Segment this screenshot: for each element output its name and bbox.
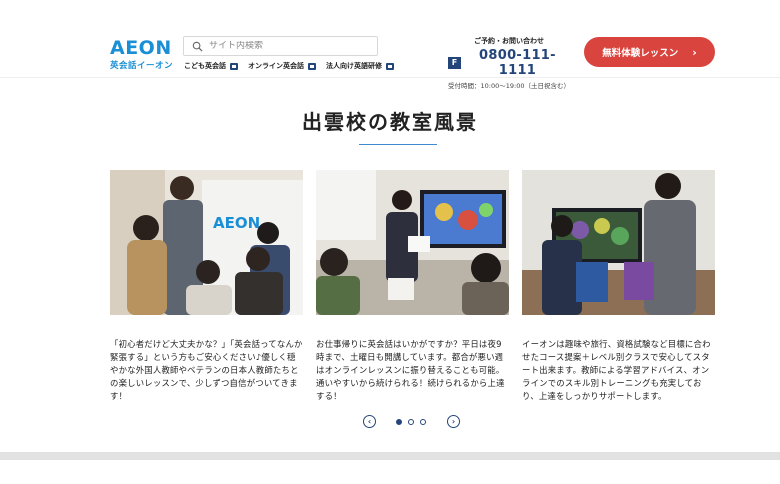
external-link-icon — [386, 62, 394, 70]
carousel-prev-button[interactable]: ‹ — [363, 415, 376, 428]
classroom-card: イーオンは趣味や旅行、資格試験など目標に合わせたコース提案＋レベル別クラスで安心… — [522, 170, 715, 403]
logo-subtitle: 英会話イーオン — [110, 61, 174, 71]
search-icon — [192, 41, 203, 52]
aeon-logo[interactable]: AEON 英会話イーオン — [110, 38, 174, 72]
external-link-icon — [230, 62, 238, 70]
site-header: AEON 英会話イーオン こども英会話 オンライン英会話 法人向け英語研修 ご予… — [0, 0, 780, 90]
link-kids-english[interactable]: こども英会話 — [184, 61, 238, 71]
cta-label: 無料体験レッスン — [602, 48, 679, 59]
external-link-icon — [308, 62, 316, 70]
photo-aeon-sign: AEON — [213, 214, 260, 232]
link-label: 法人向け英語研修 — [326, 62, 382, 70]
classroom-card: AEON 「初心者だけど大丈夫かな？」「英会話ってなんか緊張する」という方もご安… — [110, 170, 303, 403]
freedial-icon: F — [448, 57, 461, 69]
card-caption: 「初心者だけど大丈夫かな？」「英会話ってなんか緊張する」という方もご安心ください… — [110, 339, 303, 401]
carousel-dot-2[interactable] — [408, 419, 414, 425]
card-caption: お仕事帰りに英会話はいかがですか？平日は夜9時まで、土曜日も開講しています。都合… — [316, 339, 505, 401]
footer-divider — [0, 452, 780, 484]
contact-label: ご予約・お問い合わせ — [474, 37, 544, 45]
chevron-right-icon: › — [451, 417, 456, 426]
card-caption: イーオンは趣味や旅行、資格試験など目標に合わせたコース提案＋レベル別クラスで安心… — [522, 339, 711, 401]
free-trial-button[interactable]: 無料体験レッスン › — [584, 37, 715, 67]
phone-number: 0800-111-1111 — [479, 48, 556, 78]
section-title: 出雲校の教室風景 — [302, 110, 478, 134]
carousel-dot-1[interactable] — [396, 419, 402, 425]
classroom-card: お仕事帰りに英会話はいかがですか？平日は夜9時まで、土曜日も開講しています。都合… — [316, 170, 509, 403]
link-online-english[interactable]: オンライン英会話 — [248, 61, 316, 71]
classroom-photo — [522, 170, 715, 315]
link-label: こども英会話 — [184, 62, 226, 70]
search-box[interactable] — [183, 36, 378, 56]
contact-block: ご予約・お問い合わせ F 0800-111-1111 受付時間：10:00～19… — [448, 36, 570, 90]
chevron-left-icon: ‹ — [367, 417, 372, 426]
phone-link[interactable]: F 0800-111-1111 — [448, 48, 570, 78]
title-underline — [359, 144, 437, 145]
business-hours: 受付時間：10:00～19:00（土日祝含む） — [448, 82, 570, 90]
link-label: オンライン英会話 — [248, 62, 304, 70]
sub-navigation: こども英会話 オンライン英会話 法人向け英語研修 — [184, 61, 394, 71]
search-input[interactable] — [209, 41, 369, 51]
link-corporate-training[interactable]: 法人向け英語研修 — [326, 61, 394, 71]
carousel-dot-3[interactable] — [420, 419, 426, 425]
classroom-photo — [316, 170, 509, 315]
logo-wordmark: AEON — [110, 37, 172, 59]
chevron-right-icon: › — [692, 45, 697, 59]
classroom-photo: AEON — [110, 170, 303, 315]
carousel-next-button[interactable]: › — [447, 415, 460, 428]
